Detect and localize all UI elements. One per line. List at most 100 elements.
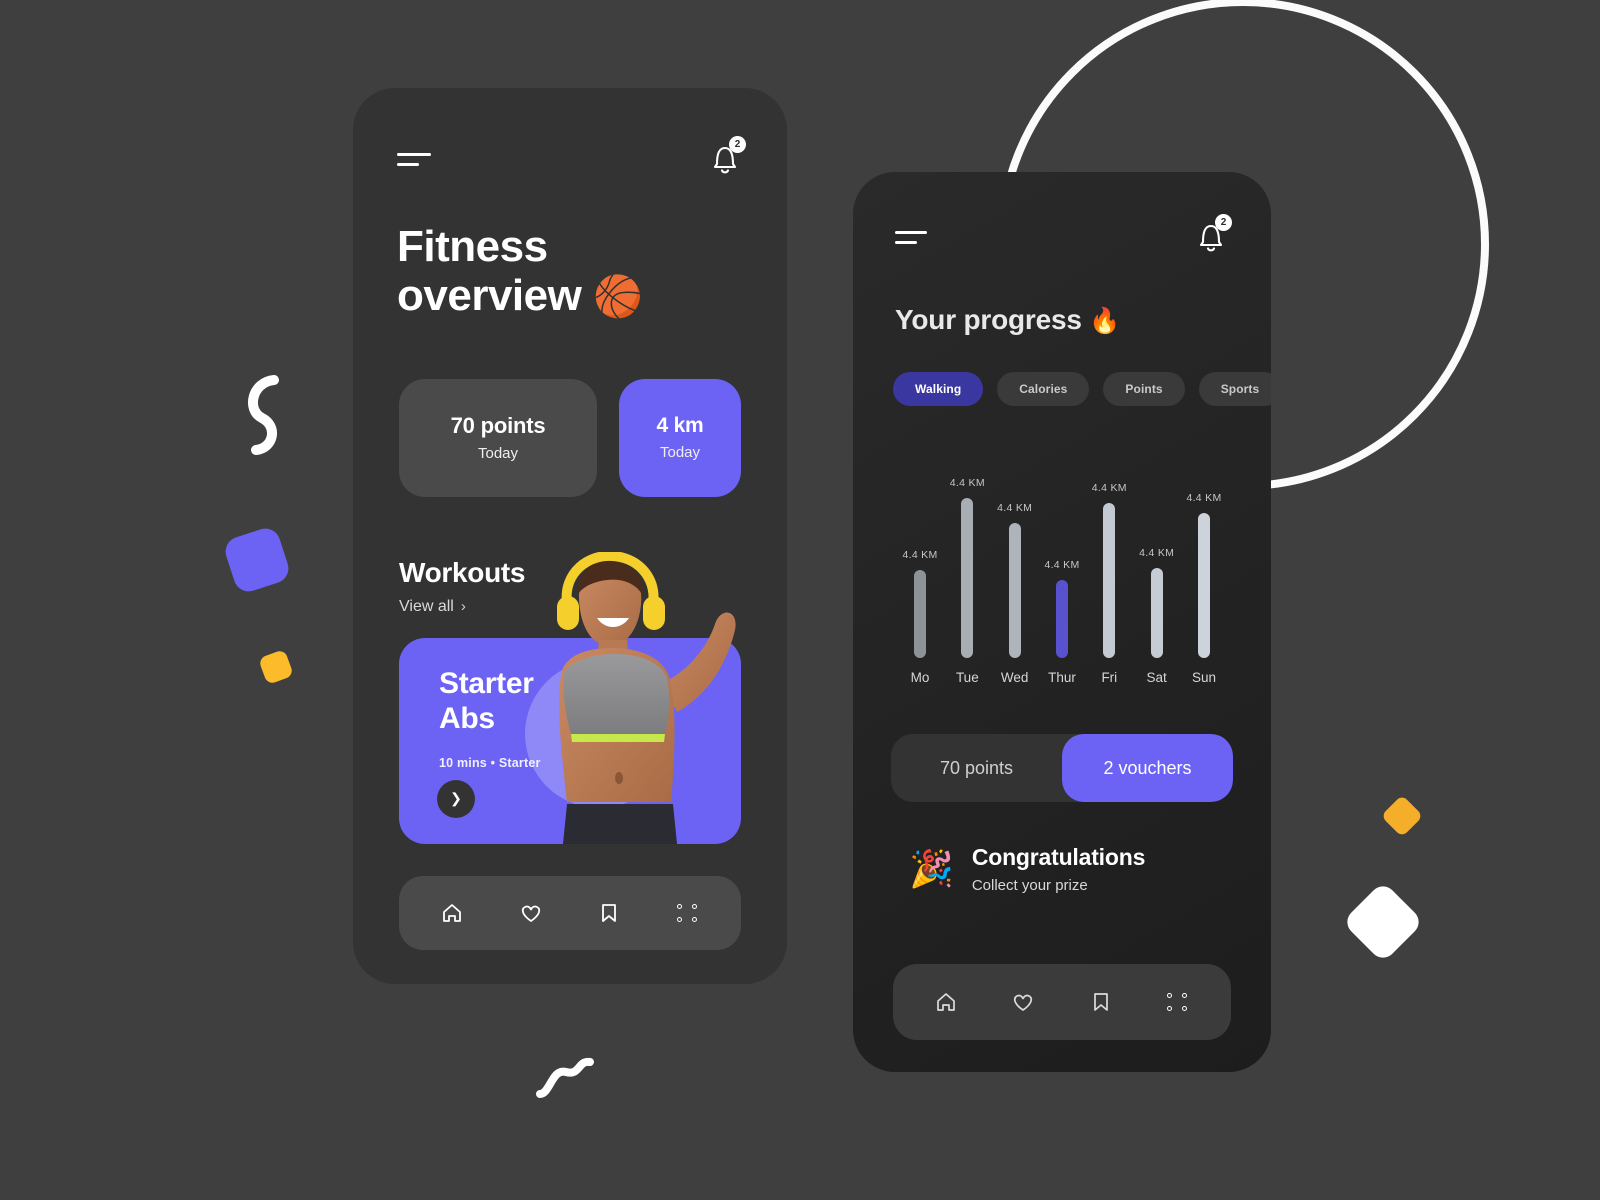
congratulations-banner[interactable]: 🎉 Congratulations Collect your prize (909, 844, 1233, 894)
page-title-text: Your progress (895, 304, 1082, 335)
workout-title-line2: Abs (439, 701, 495, 735)
chart-bar-value-label: 4.4 KM (1139, 547, 1175, 559)
tab-points[interactable]: Points (1103, 372, 1185, 406)
home-icon (936, 993, 955, 1011)
chart-bar-column[interactable]: 4.4 KM (949, 477, 985, 658)
chart-bar[interactable] (1008, 523, 1021, 658)
chart-day-label: Tue (955, 670, 979, 685)
nav-saved-button[interactable] (1078, 979, 1124, 1025)
tab-label: Walking (915, 382, 962, 396)
notification-bell-icon[interactable]: 2 (707, 136, 746, 178)
decor-purple-rounded-square (221, 524, 293, 596)
view-all-label: View all (399, 597, 454, 615)
notification-bell-icon[interactable]: 2 (1193, 214, 1232, 256)
chart-bar[interactable] (961, 498, 974, 658)
nav-more-button[interactable] (1155, 979, 1201, 1025)
phone-screen-fitness-overview: 2 Fitness overview 🏀 70 points Today 4 k… (353, 88, 787, 984)
chart-bar-column[interactable]: 4.4 KM (902, 549, 938, 658)
workout-title-line1: Starter (439, 666, 534, 700)
stat-subtitle: Today (659, 444, 701, 462)
phone1-topbar: 2 (353, 88, 787, 178)
play-arrow-icon: ❯ (450, 790, 462, 807)
notification-badge: 2 (1215, 214, 1232, 231)
chart-day-label: Sun (1191, 670, 1216, 685)
decor-squiggle-bottom (536, 1057, 594, 1098)
chart-bar-value-label: 4.4 KM (902, 549, 938, 561)
chart-bar[interactable] (1197, 513, 1210, 658)
chart-day-label: Mo (910, 670, 930, 685)
chart-bar-value-label: 4.4 KM (1091, 482, 1127, 494)
workout-play-button[interactable]: ❯ (437, 779, 475, 818)
party-popper-icon: 🎉 (909, 848, 954, 889)
page-title: Fitness overview 🏀 (397, 222, 743, 321)
view-all-link[interactable]: View all › (399, 598, 466, 616)
nav-favorites-button[interactable] (508, 890, 554, 936)
menu-icon[interactable] (895, 230, 927, 244)
metric-filter-tabs[interactable]: Walking Calories Points Sports (893, 372, 1271, 406)
chart-bar-column[interactable]: 4.4 KM (1139, 547, 1175, 658)
workout-card-starter-abs[interactable]: Starter Abs 10 mins • Starter ❯ (399, 551, 741, 844)
tab-sports[interactable]: Sports (1198, 372, 1271, 406)
chart-bar-value-label: 4.4 KM (1044, 559, 1080, 571)
tab-calories[interactable]: Calories (997, 372, 1090, 406)
grid-dots-icon (676, 904, 699, 922)
notification-badge: 2 (729, 136, 746, 153)
chart-bar-value-label: 4.4 KM (1186, 492, 1222, 504)
tab-label: Calories (1019, 382, 1068, 396)
stat-card-distance[interactable]: 4 km Today (619, 378, 741, 497)
nav-saved-button[interactable] (586, 890, 632, 936)
nav-more-button[interactable] (665, 890, 711, 936)
decor-squiggle-left (248, 375, 279, 455)
congratulations-text: Congratulations Collect your prize (971, 844, 1146, 894)
chart-bar[interactable] (1103, 503, 1116, 658)
chart-bar-column[interactable]: 4.4 KM (1044, 559, 1080, 658)
stat-value: 4 km (656, 414, 704, 438)
chart-bar[interactable] (1055, 580, 1068, 658)
page-title-text: Fitness overview (397, 222, 582, 321)
heart-icon (1014, 994, 1033, 1011)
phone1-bottom-navigation[interactable] (399, 876, 741, 950)
basketball-icon: 🏀 (593, 275, 643, 320)
weekly-distance-bar-chart: 4.4 KM 4.4 KM 4.4 KM 4.4 KM 4.4 KM 4.4 KM 4.4 … (891, 458, 1233, 688)
chart-bar-column[interactable]: 4.4 KM (1091, 482, 1127, 658)
chart-day-label: Fri (1101, 670, 1118, 685)
decor-yellow-diamond (1380, 794, 1424, 838)
menu-icon[interactable] (397, 152, 431, 166)
reward-label: 2 vouchers (1103, 757, 1192, 778)
tab-label: Points (1125, 382, 1163, 396)
page-title: Your progress 🔥 (895, 304, 1229, 336)
chart-day-label: Sat (1146, 670, 1167, 685)
congratulations-title: Congratulations (971, 844, 1146, 870)
congratulations-subtitle: Collect your prize (971, 877, 1088, 894)
rewards-toggle[interactable]: 70 points 2 vouchers (891, 734, 1233, 802)
tab-walking[interactable]: Walking (893, 372, 984, 406)
chart-bar[interactable] (1150, 568, 1163, 658)
phone2-topbar: 2 (853, 172, 1271, 256)
bookmark-icon (1093, 993, 1108, 1011)
bookmark-icon (602, 904, 617, 922)
chart-x-axis-labels: Mo Tue Wed Thur Fri Sat Sun (891, 670, 1233, 685)
phone2-bottom-navigation[interactable] (893, 964, 1231, 1040)
stat-value: 70 points (450, 413, 546, 439)
reward-segment-vouchers[interactable]: 2 vouchers (1062, 734, 1233, 802)
grid-dots-icon (1167, 993, 1189, 1011)
chart-day-label: Wed (1000, 670, 1029, 685)
tab-label: Sports (1220, 382, 1260, 396)
fire-icon: 🔥 (1089, 307, 1121, 335)
heart-icon (521, 905, 540, 922)
home-icon (443, 904, 462, 922)
phone-screen-your-progress: 2 Your progress 🔥 Walking Calories Point… (853, 172, 1271, 1072)
workout-meta: 10 mins • Starter (439, 756, 541, 771)
nav-home-button[interactable] (429, 890, 475, 936)
nav-home-button[interactable] (923, 979, 969, 1025)
chevron-right-icon: › (460, 598, 466, 616)
background-decorations (0, 0, 1600, 1200)
chart-bar-value-label: 4.4 KM (949, 477, 985, 489)
stat-card-points[interactable]: 70 points Today (399, 378, 597, 497)
reward-segment-points[interactable]: 70 points (891, 734, 1062, 802)
chart-bar-column[interactable]: 4.4 KM (1186, 492, 1222, 658)
decor-yellow-rounded-square (258, 649, 294, 685)
nav-favorites-button[interactable] (1000, 979, 1046, 1025)
chart-bar-column[interactable]: 4.4 KM (997, 502, 1032, 658)
chart-bar[interactable] (914, 570, 926, 658)
